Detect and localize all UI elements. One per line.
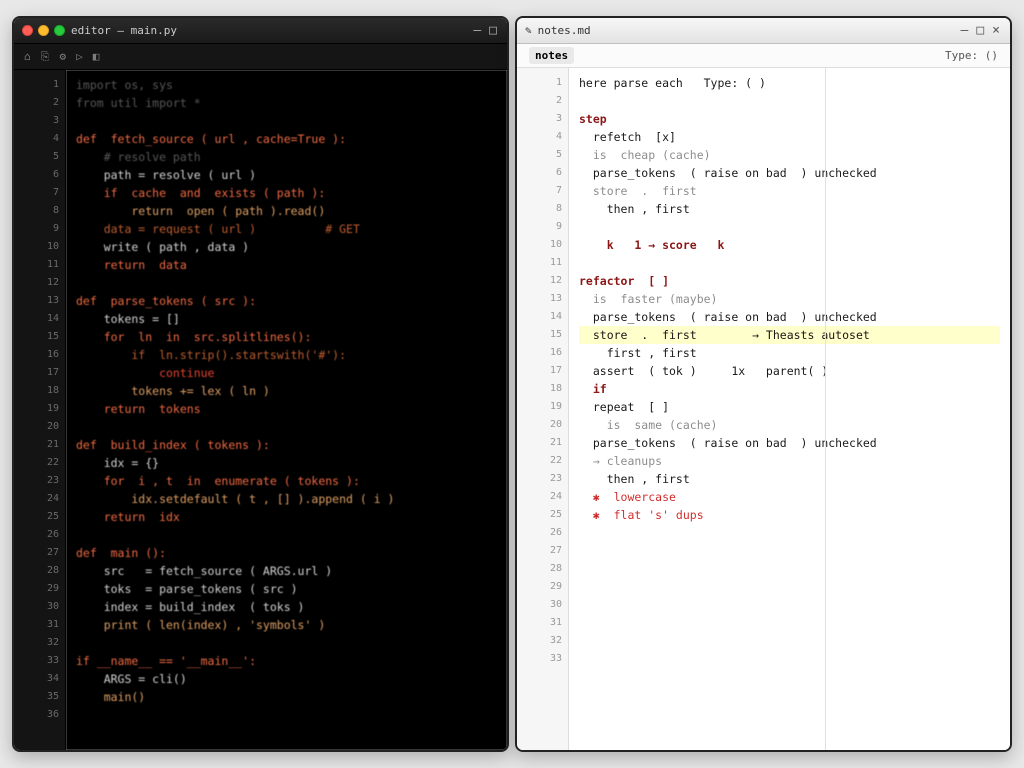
left-toolbar: ⌂ ⎘ ⚙ ▷ ◧ xyxy=(14,44,507,70)
right-editor-window: ✎ notes.md — □ × notes Type: () 12345678… xyxy=(515,16,1012,752)
right-tabrow: notes Type: () xyxy=(517,44,1010,68)
traffic-lights xyxy=(22,25,65,36)
minimize-button[interactable]: — xyxy=(959,24,971,37)
copy-icon[interactable]: ⎘ xyxy=(41,50,50,64)
document-icon: ✎ xyxy=(525,24,532,37)
minimize-button[interactable]: — xyxy=(471,24,483,37)
right-title: notes.md xyxy=(538,24,591,37)
zoom-icon[interactable] xyxy=(54,25,65,36)
right-editor: 1234567891011121314151617181920212223242… xyxy=(517,68,1010,750)
right-titlebar[interactable]: ✎ notes.md — □ × xyxy=(517,18,1010,44)
left-window-controls: — □ xyxy=(471,24,499,37)
right-window-controls: — □ × xyxy=(959,24,1002,37)
run-icon[interactable]: ▷ xyxy=(76,50,83,63)
minimize-icon[interactable] xyxy=(38,25,49,36)
maximize-button[interactable]: □ xyxy=(487,24,499,37)
tab-notes[interactable]: notes xyxy=(529,47,574,64)
left-editor-window: editor – main.py — □ ⌂ ⎘ ⚙ ▷ ◧ 123456789… xyxy=(12,16,509,752)
right-gutter: 1234567891011121314151617181920212223242… xyxy=(517,68,569,750)
close-button[interactable]: × xyxy=(990,24,1002,37)
left-editor: 1234567891011121314151617181920212223242… xyxy=(14,70,507,750)
gear-icon[interactable]: ⚙ xyxy=(59,50,66,63)
left-gutter: 1234567891011121314151617181920212223242… xyxy=(14,70,66,750)
home-icon[interactable]: ⌂ xyxy=(24,50,31,63)
left-title: editor – main.py xyxy=(71,24,177,37)
left-code[interactable]: import os, sysfrom util import * def fet… xyxy=(66,70,507,750)
split-icon[interactable]: ◧ xyxy=(93,50,100,63)
close-icon[interactable] xyxy=(22,25,33,36)
left-titlebar[interactable]: editor – main.py — □ xyxy=(14,18,507,44)
right-code[interactable]: here parse each Type: ( ) step refetch [… xyxy=(569,68,1010,750)
maximize-button[interactable]: □ xyxy=(974,24,986,37)
type-label: Type: () xyxy=(945,49,998,62)
